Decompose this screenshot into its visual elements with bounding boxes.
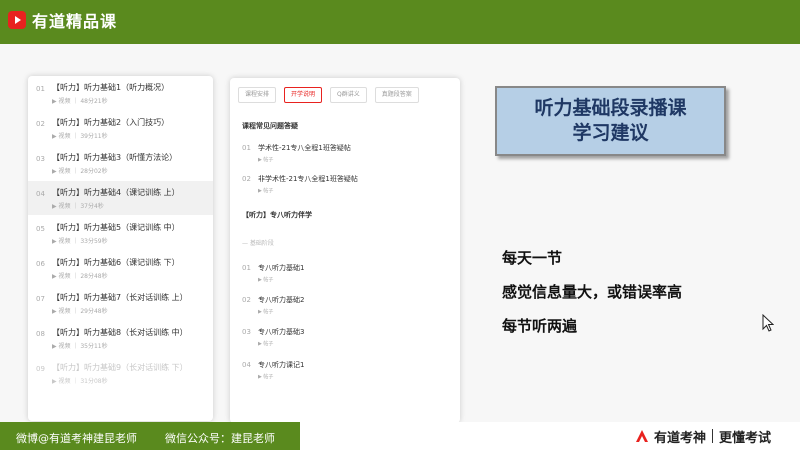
lesson-item[interactable]: 07 【听力】听力基础7（长对话训练 上） ▶ 视频 ｜ 29分48秒 <box>28 286 213 320</box>
item-number: 04 <box>242 361 251 369</box>
lesson-title: 【听力】听力基础4（课记训练 上） <box>52 188 180 197</box>
list-item[interactable]: 01 学术性-21专八全程1班答疑帖 ▶ 帖子 <box>242 141 452 169</box>
lesson-item[interactable]: 09 【听力】听力基础9（长对话训练 下） ▶ 视频 ｜ 31分08秒 <box>28 356 213 390</box>
item-meta: ▶ 帖子 <box>258 309 274 315</box>
item-meta: ▶ 帖子 <box>258 341 274 347</box>
weibo-handle: 微博@有道考神建昆老师 <box>16 432 137 445</box>
lesson-item[interactable]: 05 【听力】听力基础5（课记训练 中） ▶ 视频 ｜ 33分59秒 <box>28 216 213 250</box>
list-item[interactable]: 02 专八听力基础2 ▶ 帖子 <box>242 293 452 321</box>
item-title: 专八听力基础1 <box>258 264 305 272</box>
list-item[interactable]: 03 专八听力基础3 ▶ 帖子 <box>242 325 452 353</box>
lesson-meta: ▶ 视频 ｜ 31分08秒 <box>52 378 108 385</box>
list-item[interactable]: 01 专八听力基础1 ▶ 帖子 <box>242 261 452 289</box>
item-title: 学术性-21专八全程1班答疑帖 <box>258 144 351 152</box>
lesson-item[interactable]: 03 【听力】听力基础3（听懂方法论） ▶ 视频 ｜ 28分02秒 <box>28 146 213 180</box>
lesson-title: 【听力】听力基础7（长对话训练 上） <box>52 293 188 302</box>
lesson-meta: ▶ 视频 ｜ 29分48秒 <box>52 308 108 315</box>
lesson-title: 【听力】听力基础6（课记训练 下） <box>52 258 180 267</box>
lesson-number: 02 <box>36 120 45 128</box>
lesson-list: 01 【听力】听力基础1（听力概况） ▶ 视频 ｜ 48分21秒 02 【听力】… <box>28 76 213 421</box>
lesson-number: 04 <box>36 190 45 198</box>
list-item[interactable]: 04 专八听力课记1 ▶ 帖子 <box>242 358 452 386</box>
brand-name: 有道考神 <box>654 430 707 446</box>
tab-bar: 课程安排 开学说明 Q群讲义 真题段答案 <box>238 87 419 103</box>
tab-intro[interactable]: 开学说明 <box>284 87 323 103</box>
lesson-number: 09 <box>36 365 45 373</box>
lesson-meta: ▶ 视频 ｜ 33分59秒 <box>52 238 108 245</box>
section-heading: 【听力】专八听力伴学 <box>242 211 312 219</box>
lesson-number: 05 <box>36 225 45 233</box>
item-title: 专八听力基础2 <box>258 296 305 304</box>
advice-line3: 每节听两遍 <box>502 317 578 335</box>
lesson-meta: ▶ 视频 ｜ 35分11秒 <box>52 343 108 350</box>
tab-schedule[interactable]: 课程安排 <box>238 87 277 103</box>
item-meta: ▶ 帖子 <box>258 277 274 283</box>
lesson-title: 【听力】听力基础2（入门技巧） <box>52 118 170 127</box>
lesson-title: 【听力】听力基础8（长对话训练 中） <box>52 328 188 337</box>
lesson-number: 08 <box>36 330 45 338</box>
item-meta: ▶ 帖子 <box>258 157 274 163</box>
slide-title-box: 听力基础段录播课 学习建议 <box>495 86 726 156</box>
lesson-title: 【听力】听力基础5（课记训练 中） <box>52 223 180 232</box>
lesson-meta: ▶ 视频 ｜ 39分11秒 <box>52 133 108 140</box>
lesson-number: 07 <box>36 295 45 303</box>
play-logo-icon <box>8 11 26 29</box>
footer-bar: 微博@有道考神建昆老师 微信公众号：建昆老师 有道考神 更懂考试 <box>0 422 800 450</box>
lesson-item[interactable]: 01 【听力】听力基础1（听力概况） ▶ 视频 ｜ 48分21秒 <box>28 76 213 110</box>
logo: 有道精品课 <box>8 9 117 31</box>
tab-answers[interactable]: 真题段答案 <box>374 87 419 103</box>
item-meta: ▶ 帖子 <box>258 188 274 194</box>
lesson-item[interactable]: 08 【听力】听力基础8（长对话训练 中） ▶ 视频 ｜ 35分11秒 <box>28 321 213 355</box>
lesson-title: 【听力】听力基础1（听力概况） <box>52 83 170 92</box>
lesson-number: 01 <box>36 85 45 93</box>
slide-title-line2: 学习建议 <box>572 122 649 144</box>
item-number: 01 <box>242 264 251 272</box>
brand-logo-icon <box>636 430 648 442</box>
lesson-number: 06 <box>36 260 45 268</box>
section-heading: 课程常见问题答疑 <box>242 122 298 130</box>
item-number: 03 <box>242 328 251 336</box>
item-meta: ▶ 帖子 <box>258 374 274 380</box>
brand: 有道考神 更懂考试 <box>634 427 772 446</box>
lesson-meta: ▶ 视频 ｜ 28分48秒 <box>52 273 108 280</box>
lesson-title: 【听力】听力基础3（听懂方法论） <box>52 153 178 162</box>
section-divider: — 基础阶段 <box>242 240 274 247</box>
item-number: 02 <box>242 175 251 183</box>
lesson-number: 03 <box>36 155 45 163</box>
list-item[interactable]: 02 非学术性-21专八全程1班答疑帖 ▶ 帖子 <box>242 172 452 200</box>
item-number: 01 <box>242 144 251 152</box>
footer-contact: 微博@有道考神建昆老师 微信公众号：建昆老师 <box>0 422 300 450</box>
item-title: 专八听力基础3 <box>258 328 305 336</box>
advice-line2: 感觉信息量大，或错误率高 <box>502 283 683 301</box>
advice-line1: 每天一节 <box>502 249 563 267</box>
course-panel: 课程安排 开学说明 Q群讲义 真题段答案 课程常见问题答疑 01 学术性-21专… <box>230 78 460 423</box>
item-title: 专八听力课记1 <box>258 361 305 369</box>
logo-text: 有道精品课 <box>32 12 118 31</box>
lesson-meta: ▶ 视频 ｜ 37分4秒 <box>52 203 104 210</box>
wechat-account: 微信公众号：建昆老师 <box>165 432 275 445</box>
lesson-title: 【听力】听力基础9（长对话训练 下） <box>52 363 188 372</box>
brand-divider <box>712 429 714 443</box>
lesson-item[interactable]: 02 【听力】听力基础2（入门技巧） ▶ 视频 ｜ 39分11秒 <box>28 111 213 145</box>
item-title: 非学术性-21专八全程1班答疑帖 <box>258 175 358 183</box>
tab-handouts[interactable]: Q群讲义 <box>330 87 367 103</box>
brand-slogan: 更懂考试 <box>719 430 772 446</box>
mouse-cursor-icon <box>762 314 774 332</box>
item-number: 02 <box>242 296 251 304</box>
lesson-meta: ▶ 视频 ｜ 28分02秒 <box>52 168 108 175</box>
lesson-item[interactable]: 06 【听力】听力基础6（课记训练 下） ▶ 视频 ｜ 28分48秒 <box>28 251 213 285</box>
slide: 01 【听力】听力基础1（听力概况） ▶ 视频 ｜ 48分21秒 02 【听力】… <box>0 44 800 423</box>
top-bar: 有道精品课 <box>0 0 800 44</box>
slide-title-line1: 听力基础段录播课 <box>534 97 687 119</box>
lesson-item-highlighted[interactable]: 04 【听力】听力基础4（课记训练 上） ▶ 视频 ｜ 37分4秒 <box>28 181 213 215</box>
lesson-meta: ▶ 视频 ｜ 48分21秒 <box>52 98 108 105</box>
